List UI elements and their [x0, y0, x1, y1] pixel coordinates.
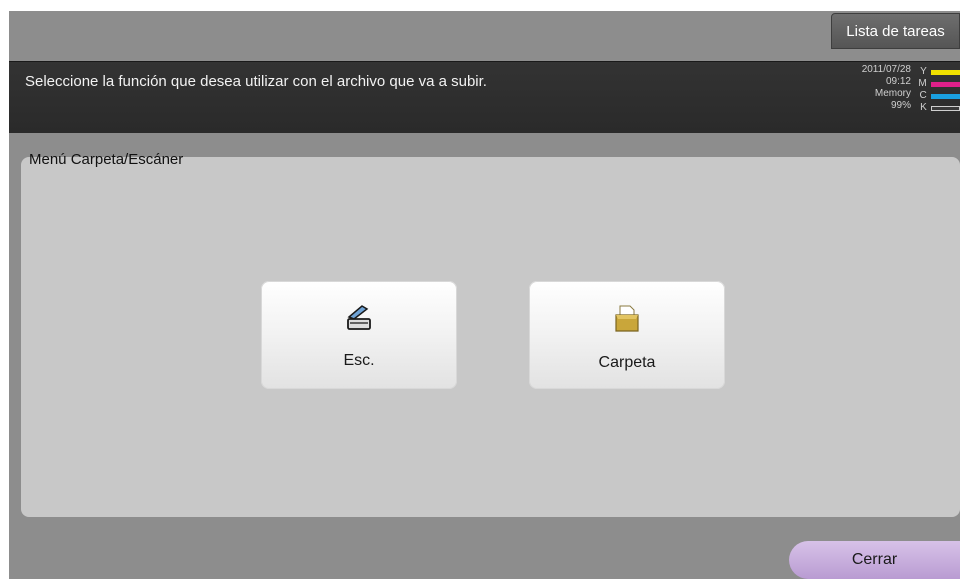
memory-label: Memory	[874, 88, 911, 99]
toner-row-k: K	[917, 102, 960, 114]
memory-value: 99%	[890, 100, 911, 111]
task-list-button[interactable]: Lista de tareas	[831, 13, 960, 49]
toner-letter: C	[919, 90, 927, 101]
toner-bar-magenta	[930, 81, 960, 87]
toner-row-y: Y	[917, 66, 960, 78]
message-bar: Seleccione la función que desea utilizar…	[9, 61, 960, 133]
toner-row-m: M	[917, 78, 960, 90]
status-date: 2011/07/28	[861, 64, 911, 75]
toner-letter: M	[918, 78, 927, 89]
folder-icon	[610, 303, 644, 333]
toner-bar-black	[930, 105, 960, 111]
screen: Lista de tareas Seleccione la función qu…	[9, 11, 960, 579]
panel-title: Menú Carpeta/Escáner	[29, 151, 184, 168]
scanner-icon	[342, 303, 376, 333]
toner-bar-yellow	[930, 69, 960, 75]
toner-row-c: C	[917, 90, 960, 102]
folder-scanner-menu-panel: Menú Carpeta/Escáner Esc. Carpeta	[21, 151, 960, 517]
toner-levels: Y M C K	[917, 66, 960, 114]
toner-letter: K	[920, 102, 927, 113]
close-button[interactable]: Cerrar	[789, 541, 960, 579]
toner-letter: Y	[920, 66, 927, 77]
scan-button-label: Esc.	[343, 352, 375, 369]
status-time: 09:12	[885, 76, 911, 87]
scan-button[interactable]: Esc.	[261, 281, 457, 389]
status-info: 2011/07/28 09:12 Memory 99%	[829, 64, 911, 112]
toner-bar-cyan	[930, 93, 960, 99]
folder-button-label: Carpeta	[598, 354, 656, 371]
instruction-message: Seleccione la función que desea utilizar…	[25, 73, 487, 90]
top-band: Lista de tareas	[9, 11, 960, 49]
folder-button[interactable]: Carpeta	[529, 281, 725, 389]
